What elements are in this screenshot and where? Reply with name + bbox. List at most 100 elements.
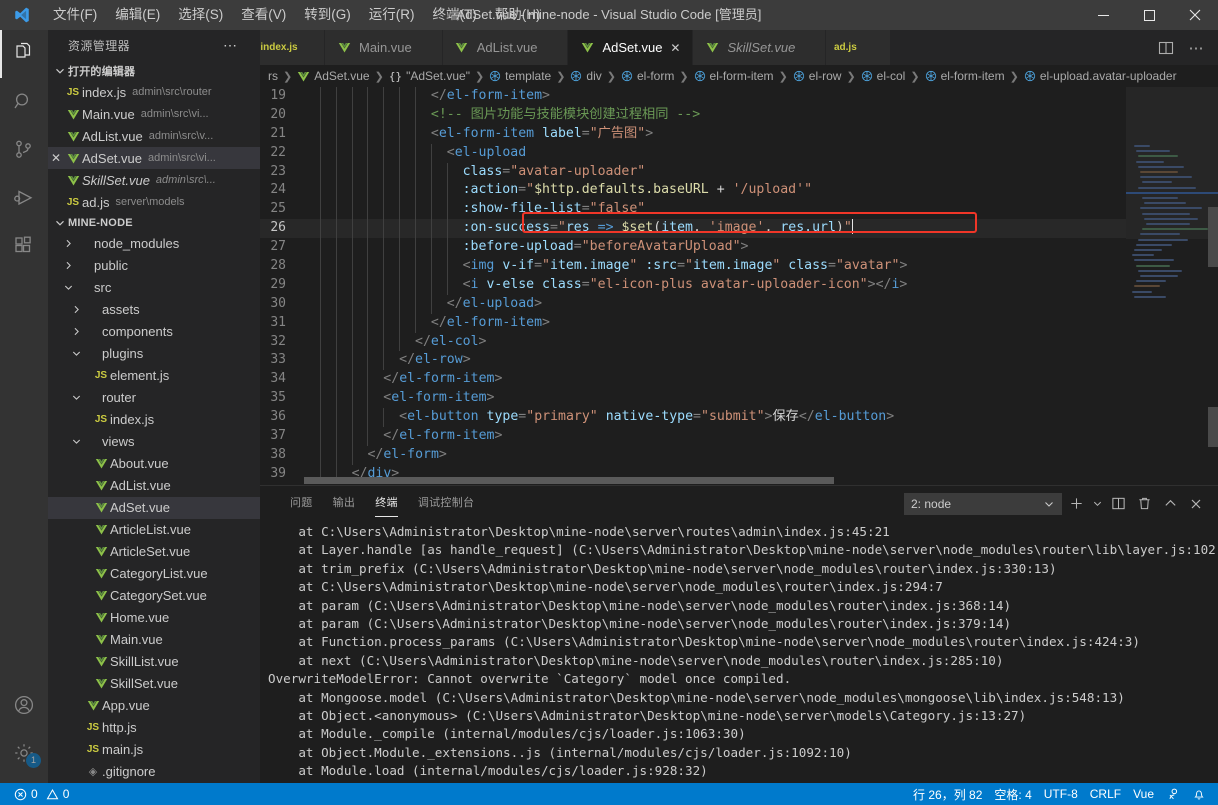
breadcrumb-item[interactable]: el-form-item	[692, 69, 776, 83]
tab-close-icon[interactable]: ✕	[668, 41, 682, 55]
tree-item[interactable]: JS main.js	[48, 739, 260, 761]
open-editor-item[interactable]: SkillSet.vue admin\src\...	[48, 169, 260, 191]
tree-item[interactable]: public	[48, 255, 260, 277]
panel-tab-item[interactable]: 输出	[323, 486, 366, 521]
code-line[interactable]: 19 </el-form-item>	[260, 87, 1126, 106]
tree-item[interactable]: assets	[48, 299, 260, 321]
tree-item[interactable]: Home.vue	[48, 607, 260, 629]
terminal-dropdown-button[interactable]	[1090, 492, 1104, 516]
code-line[interactable]: 34 </el-form-item>	[260, 370, 1126, 390]
minimize-icon[interactable]	[1080, 0, 1126, 30]
sidebar-item-run-and-debug[interactable]	[0, 174, 48, 222]
menu-selection[interactable]: 选择(S)	[169, 0, 232, 30]
close-panel-icon[interactable]	[1184, 492, 1208, 516]
tree-item[interactable]: SkillList.vue	[48, 651, 260, 673]
open-editor-item[interactable]: JS index.js admin\src\router	[48, 81, 260, 103]
code-line[interactable]: 33 </el-row>	[260, 351, 1126, 371]
code-line[interactable]: 35 <el-form-item>	[260, 389, 1126, 409]
breadcrumb-item[interactable]: el-upload.avatar-uploader	[1022, 69, 1179, 83]
tree-item[interactable]: JS http.js	[48, 717, 260, 739]
code-line[interactable]: 28 <img v-if="item.image" :src="item.imag…	[260, 257, 1126, 276]
tree-item[interactable]: src	[48, 277, 260, 299]
code-line[interactable]: 37 </el-form-item>	[260, 427, 1126, 446]
breadcrumb-item[interactable]: AdSet.vue	[295, 69, 371, 83]
maximize-panel-icon[interactable]	[1158, 492, 1182, 516]
ellipsis-icon[interactable]: ⋯	[223, 37, 240, 54]
code-line[interactable]: 32 </el-col>	[260, 332, 1126, 352]
tree-item[interactable]: AdSet.vue	[48, 496, 260, 519]
sidebar-item-explorer[interactable]	[0, 30, 48, 78]
code-line[interactable]: 30 </el-upload>	[260, 294, 1126, 314]
terminal-selector[interactable]: 2: node	[904, 492, 1062, 515]
terminal-output[interactable]: at C:\Users\Administrator\Desktop\mine-n…	[260, 521, 1218, 783]
status-indentation[interactable]: 空格: 4	[988, 783, 1037, 805]
breadcrumb-item[interactable]: el-form	[619, 69, 676, 83]
open-editors-section-header[interactable]: 打开的编辑器	[48, 61, 260, 81]
open-editor-item[interactable]: Main.vue admin\src\vi...	[48, 103, 260, 125]
code-line[interactable]: 27:before-upload="beforeAvatarUpload">	[260, 238, 1126, 258]
menu-edit[interactable]: 编辑(E)	[106, 0, 169, 30]
new-terminal-button[interactable]	[1064, 492, 1088, 516]
tree-item[interactable]: CategoryList.vue	[48, 563, 260, 585]
editor-horizontal-scrollbar[interactable]	[260, 475, 1034, 485]
code-line[interactable]: 21 <el-form-item label="广告图">	[260, 124, 1126, 144]
code-line[interactable]: 23 class="avatar-uploader"	[260, 162, 1126, 182]
trash-icon[interactable]	[1132, 492, 1156, 516]
breadcrumb-item[interactable]: template	[487, 69, 553, 83]
code-content[interactable]: 19 </el-form-item> 20 <!-- 图片功能与技能模块创建过程相同 …	[260, 87, 1126, 484]
code-line[interactable]: 36 <el-button type="primary" native-type=…	[260, 408, 1126, 428]
breadcrumb-item[interactable]: div	[568, 69, 603, 83]
tree-item[interactable]: components	[48, 321, 260, 343]
tree-item[interactable]: Main.vue	[48, 629, 260, 651]
tab-ad-js[interactable]: ad.js	[826, 30, 892, 65]
code-editor[interactable]: 19 </el-form-item> 20 <!-- 图片功能与技能模块创建过程相同 …	[260, 87, 1218, 485]
sidebar-item-search[interactable]	[0, 78, 48, 126]
split-terminal-icon[interactable]	[1106, 492, 1130, 516]
panel-tab-terminal[interactable]: 终端	[365, 486, 408, 521]
code-line[interactable]: 29 <i v-else class="el-icon-plus avatar-u…	[260, 275, 1126, 295]
tree-item[interactable]: About.vue	[48, 453, 260, 475]
sidebar-item-source-control[interactable]	[0, 126, 48, 174]
close-icon[interactable]: ✕	[48, 151, 64, 165]
tree-item[interactable]: ArticleList.vue	[48, 519, 260, 541]
tab-main-vue[interactable]: Main.vue	[325, 30, 443, 65]
maximize-icon[interactable]	[1126, 0, 1172, 30]
tree-item[interactable]: router	[48, 387, 260, 409]
breadcrumb-item[interactable]: el-col	[859, 69, 908, 83]
tab-adset-vue[interactable]: AdSet.vue ✕	[568, 30, 694, 65]
code-line[interactable]: 38 </el-form>	[260, 445, 1126, 465]
code-line[interactable]: 20 <!-- 图片功能与技能模块创建过程相同 -->	[260, 105, 1126, 125]
status-cursor-position[interactable]: 行 26，列 82	[907, 783, 988, 805]
code-line[interactable]: 22 <el-upload	[260, 143, 1126, 163]
menu-view[interactable]: 查看(V)	[232, 0, 295, 30]
breadcrumb-item[interactable]: {} "AdSet.vue"	[387, 69, 472, 83]
close-icon[interactable]	[1172, 0, 1218, 30]
status-encoding[interactable]: UTF-8	[1038, 783, 1084, 805]
project-section-header[interactable]: MINE-NODE	[48, 213, 260, 233]
tab-index-js[interactable]: index.js	[260, 30, 325, 65]
tree-item[interactable]: AdList.vue	[48, 475, 260, 497]
code-line[interactable]: 26:on-success="res => $set(item, 'image'…	[260, 219, 1126, 239]
split-editor-icon[interactable]	[1152, 34, 1180, 62]
panel-tab-item[interactable]: 调试控制台	[408, 486, 485, 521]
accounts-button[interactable]	[0, 681, 48, 729]
bell-icon[interactable]	[1186, 783, 1218, 805]
tree-item[interactable]: ◈ .gitignore	[48, 761, 260, 783]
code-scroll-area[interactable]: 19 </el-form-item> 20 <!-- 图片功能与技能模块创建过程相同 …	[260, 87, 1126, 485]
tree-item[interactable]: JS element.js	[48, 365, 260, 387]
tab-skillset-vue[interactable]: SkillSet.vue	[693, 30, 827, 65]
code-line[interactable]: 31 </el-form-item>	[260, 313, 1126, 333]
sidebar-item-extensions[interactable]	[0, 222, 48, 270]
menu-run[interactable]: 运行(R)	[360, 0, 424, 30]
code-line[interactable]: 25:show-file-list="false"	[260, 200, 1126, 220]
minimap[interactable]	[1126, 87, 1218, 485]
menu-help[interactable]: 帮助(H)	[486, 0, 550, 30]
menu-go[interactable]: 转到(G)	[295, 0, 360, 30]
open-editor-item[interactable]: ✕ AdSet.vue admin\src\vi...	[48, 147, 260, 170]
minimap-slider[interactable]	[1126, 87, 1218, 239]
status-language-mode[interactable]: Vue	[1127, 783, 1160, 805]
open-editor-item[interactable]: JS ad.js server\models	[48, 191, 260, 213]
tree-item[interactable]: views	[48, 431, 260, 453]
manage-gear-icon[interactable]: 1	[0, 729, 48, 777]
panel-tab-item[interactable]: 问题	[280, 486, 323, 521]
